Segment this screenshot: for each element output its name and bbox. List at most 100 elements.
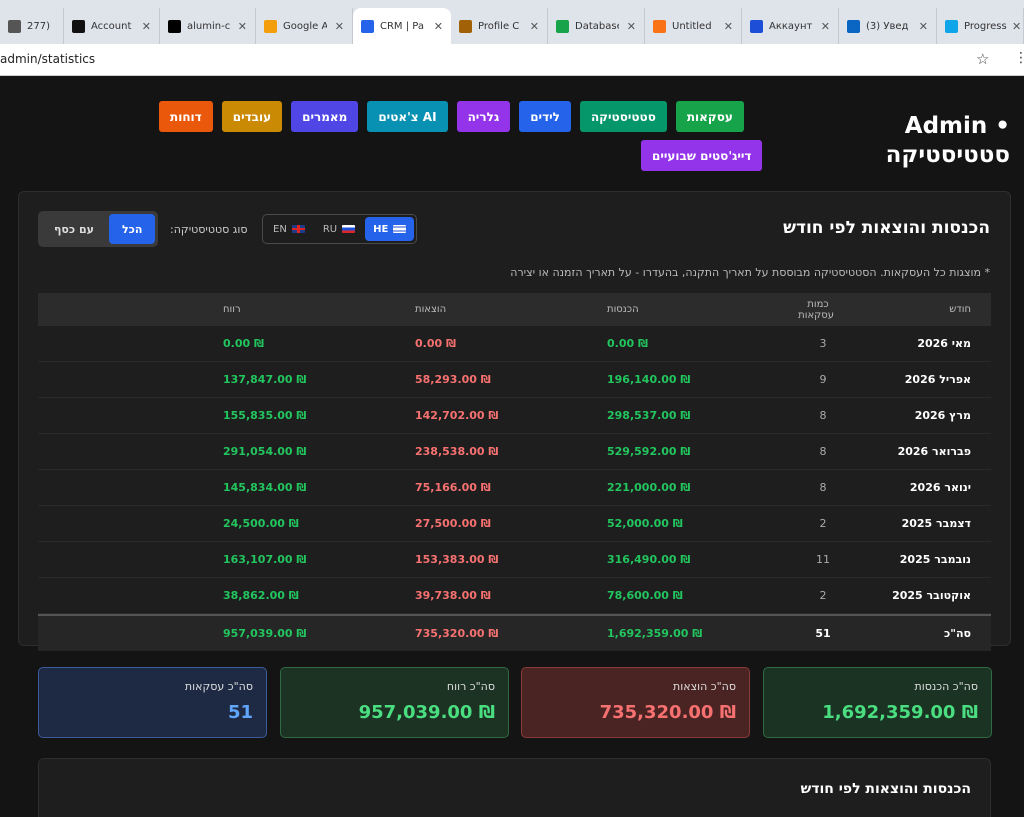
ads-icon [750,19,763,33]
month-cell: פברואר 2026 [897,445,971,458]
total-label: סה"כ [944,627,971,640]
profit-cell: ₪ 38,862.00 [223,589,299,602]
profit-cell: ₪ 163,107.00 [223,553,307,566]
browser-tab-title: Account [91,20,132,32]
total-income: ₪ 1,692,359.00 [607,627,703,640]
count-cell: 3 [819,337,827,350]
account-icon [72,19,85,33]
expenses-cell: ₪ 238,538.00 [415,445,499,458]
profit-cell: ₪ 291,054.00 [223,445,307,458]
language-code: EN [273,223,287,235]
expenses-cell: ₪ 142,702.00 [415,409,499,422]
profile-icon [459,19,472,33]
stat-type-option[interactable]: הכל [108,214,156,244]
profit-cell: ₪ 137,847.00 [223,373,307,386]
browser-tab[interactable]: (3) Увед ✕ [839,8,937,44]
browser-tab[interactable]: alumin-c ✕ [160,8,256,44]
nav-button[interactable]: מאמרים [291,101,359,132]
month-cell: דצמבר 2025 [901,517,971,530]
summary-income-value: ₪ 1,692,359.00 [822,702,978,723]
browser-tab[interactable]: Untitled ✕ [645,8,742,44]
browser-tab-title: Profile C [478,20,520,32]
nav-button[interactable]: גלריה [456,101,511,132]
nav-button[interactable]: דייג'סטים שבועיים [641,140,763,171]
close-tab-icon[interactable]: ✕ [623,20,636,33]
close-tab-icon[interactable]: ✕ [234,20,247,33]
table-row: אוקטובר 2025 2 ₪ 78,600.00 ₪ 39,738.00 ₪ 38,… [38,578,991,614]
browser-tab[interactable]: CRM | Pa ✕ [353,8,451,44]
nav-button[interactable]: עובדים [221,101,283,132]
linkedin-icon [847,19,860,33]
table-header: חודש כמות עסקאות הכנסות הוצאות רווח [38,293,991,326]
page-title-line2: סטטיסטיקה [885,142,1010,168]
income-cell: ₪ 78,600.00 [607,589,683,602]
close-tab-icon[interactable]: ✕ [817,20,830,33]
income-cell: ₪ 316,490.00 [607,553,691,566]
card-title: הכנסות והוצאות לפי חודש [783,218,990,238]
close-tab-icon[interactable]: ✕ [331,20,344,33]
close-tab-icon[interactable]: ✕ [915,20,928,33]
speaker-icon [8,19,21,33]
flag-icon [393,225,407,233]
summary-profit-box: סה"כ רווח ₪ 957,039.00 [280,667,509,738]
browser-tab[interactable]: Database ✕ [548,8,645,44]
stat-type-option[interactable]: עם כסף [41,214,107,244]
income-cell: ₪ 0.00 [607,337,648,350]
browser-tab-title: Progress [964,20,1007,32]
header-month: חודש [949,304,971,315]
browser-tab[interactable]: Account ✕ [64,8,160,44]
language-button[interactable]: RU [315,217,363,241]
analytics-icon [264,19,277,33]
income-cell: ₪ 52,000.00 [607,517,683,530]
language-code: HE [373,223,389,235]
count-cell: 8 [819,445,827,458]
close-tab-icon[interactable]: ✕ [720,20,733,33]
summary-deals-value: 51 [227,702,253,723]
summary-profit-value: ₪ 957,039.00 [358,702,495,723]
nav-button[interactable]: סטטיסטיקה [579,101,667,132]
nav-button[interactable]: לידים [519,101,571,132]
count-cell: 9 [819,373,827,386]
month-cell: אוקטובר 2025 [892,589,971,602]
language-button[interactable]: HE [365,217,415,241]
nav-button[interactable]: דוחות [159,101,213,132]
close-tab-icon[interactable]: ✕ [526,20,539,33]
monthly-chart-card: הכנסות והוצאות לפי חודש [38,758,991,817]
stat-type-label: סוג סטטיסטיקה: [170,223,248,236]
browser-tab-title: Untitled [672,20,712,32]
table-row: מאי 2026 3 ₪ 0.00 ₪ 0.00 ₪ 0.00 [38,326,991,362]
close-tab-icon[interactable]: ✕ [430,20,443,33]
chart-card-title: הכנסות והוצאות לפי חודש [800,781,971,797]
table-row: דצמבר 2025 2 ₪ 52,000.00 ₪ 27,500.00 ₪ 24,50… [38,506,991,542]
summary-deals-box: סה"כ עסקאות 51 [38,667,267,738]
browser-menu-icon[interactable]: ⋮ [1014,50,1024,66]
page-title: Admin • סטטיסטיקה [886,112,1010,170]
browser-tab[interactable]: Profile C ✕ [451,8,548,44]
browser-tab[interactable]: Progress ✕ [937,8,1024,44]
stats-note: * מוצגות כל העסקאות. הסטטיסטיקה מבוססת ע… [510,266,990,279]
bookmark-star-icon[interactable]: ☆ [976,50,989,68]
url-text[interactable]: admin/statistics [0,52,95,66]
count-cell: 2 [819,589,827,602]
count-cell: 2 [819,517,827,530]
expenses-cell: ₪ 0.00 [415,337,456,350]
close-tab-icon[interactable]: ✕ [138,20,151,33]
expenses-cell: ₪ 153,383.00 [415,553,499,566]
summary-expenses-box: סה"כ הוצאות ₪ 735,320.00 [521,667,750,738]
expenses-cell: ₪ 75,166.00 [415,481,491,494]
expenses-cell: ₪ 27,500.00 [415,517,491,530]
nav-button[interactable]: עסקאות [675,101,744,132]
browser-tab[interactable]: Google A ✕ [256,8,353,44]
stats-table: חודש כמות עסקאות הכנסות הוצאות רווח מאי … [38,293,991,651]
browser-tab[interactable]: 277)✕ [0,8,64,44]
income-cell: ₪ 298,537.00 [607,409,691,422]
browser-tab-bar: 277)✕Account✕alumin-c✕Google A✕CRM | Pa✕… [0,0,1024,44]
monthly-stats-card: הכנסות והוצאות לפי חודש EN RU HE סוג סטטיס… [18,191,1011,651]
month-cell: אפריל 2026 [904,373,971,386]
app-page: Admin • סטטיסטיקה עסקאות סטטיסטיקה לידים גל… [0,76,1024,817]
address-bar[interactable]: admin/statistics ☆ ⋮ [0,44,1024,76]
nav-button[interactable]: צ'אטים AI [367,101,448,132]
close-tab-icon[interactable]: ✕ [1008,20,1021,33]
language-button[interactable]: EN [265,217,313,241]
browser-tab[interactable]: Аккаунт ✕ [742,8,839,44]
